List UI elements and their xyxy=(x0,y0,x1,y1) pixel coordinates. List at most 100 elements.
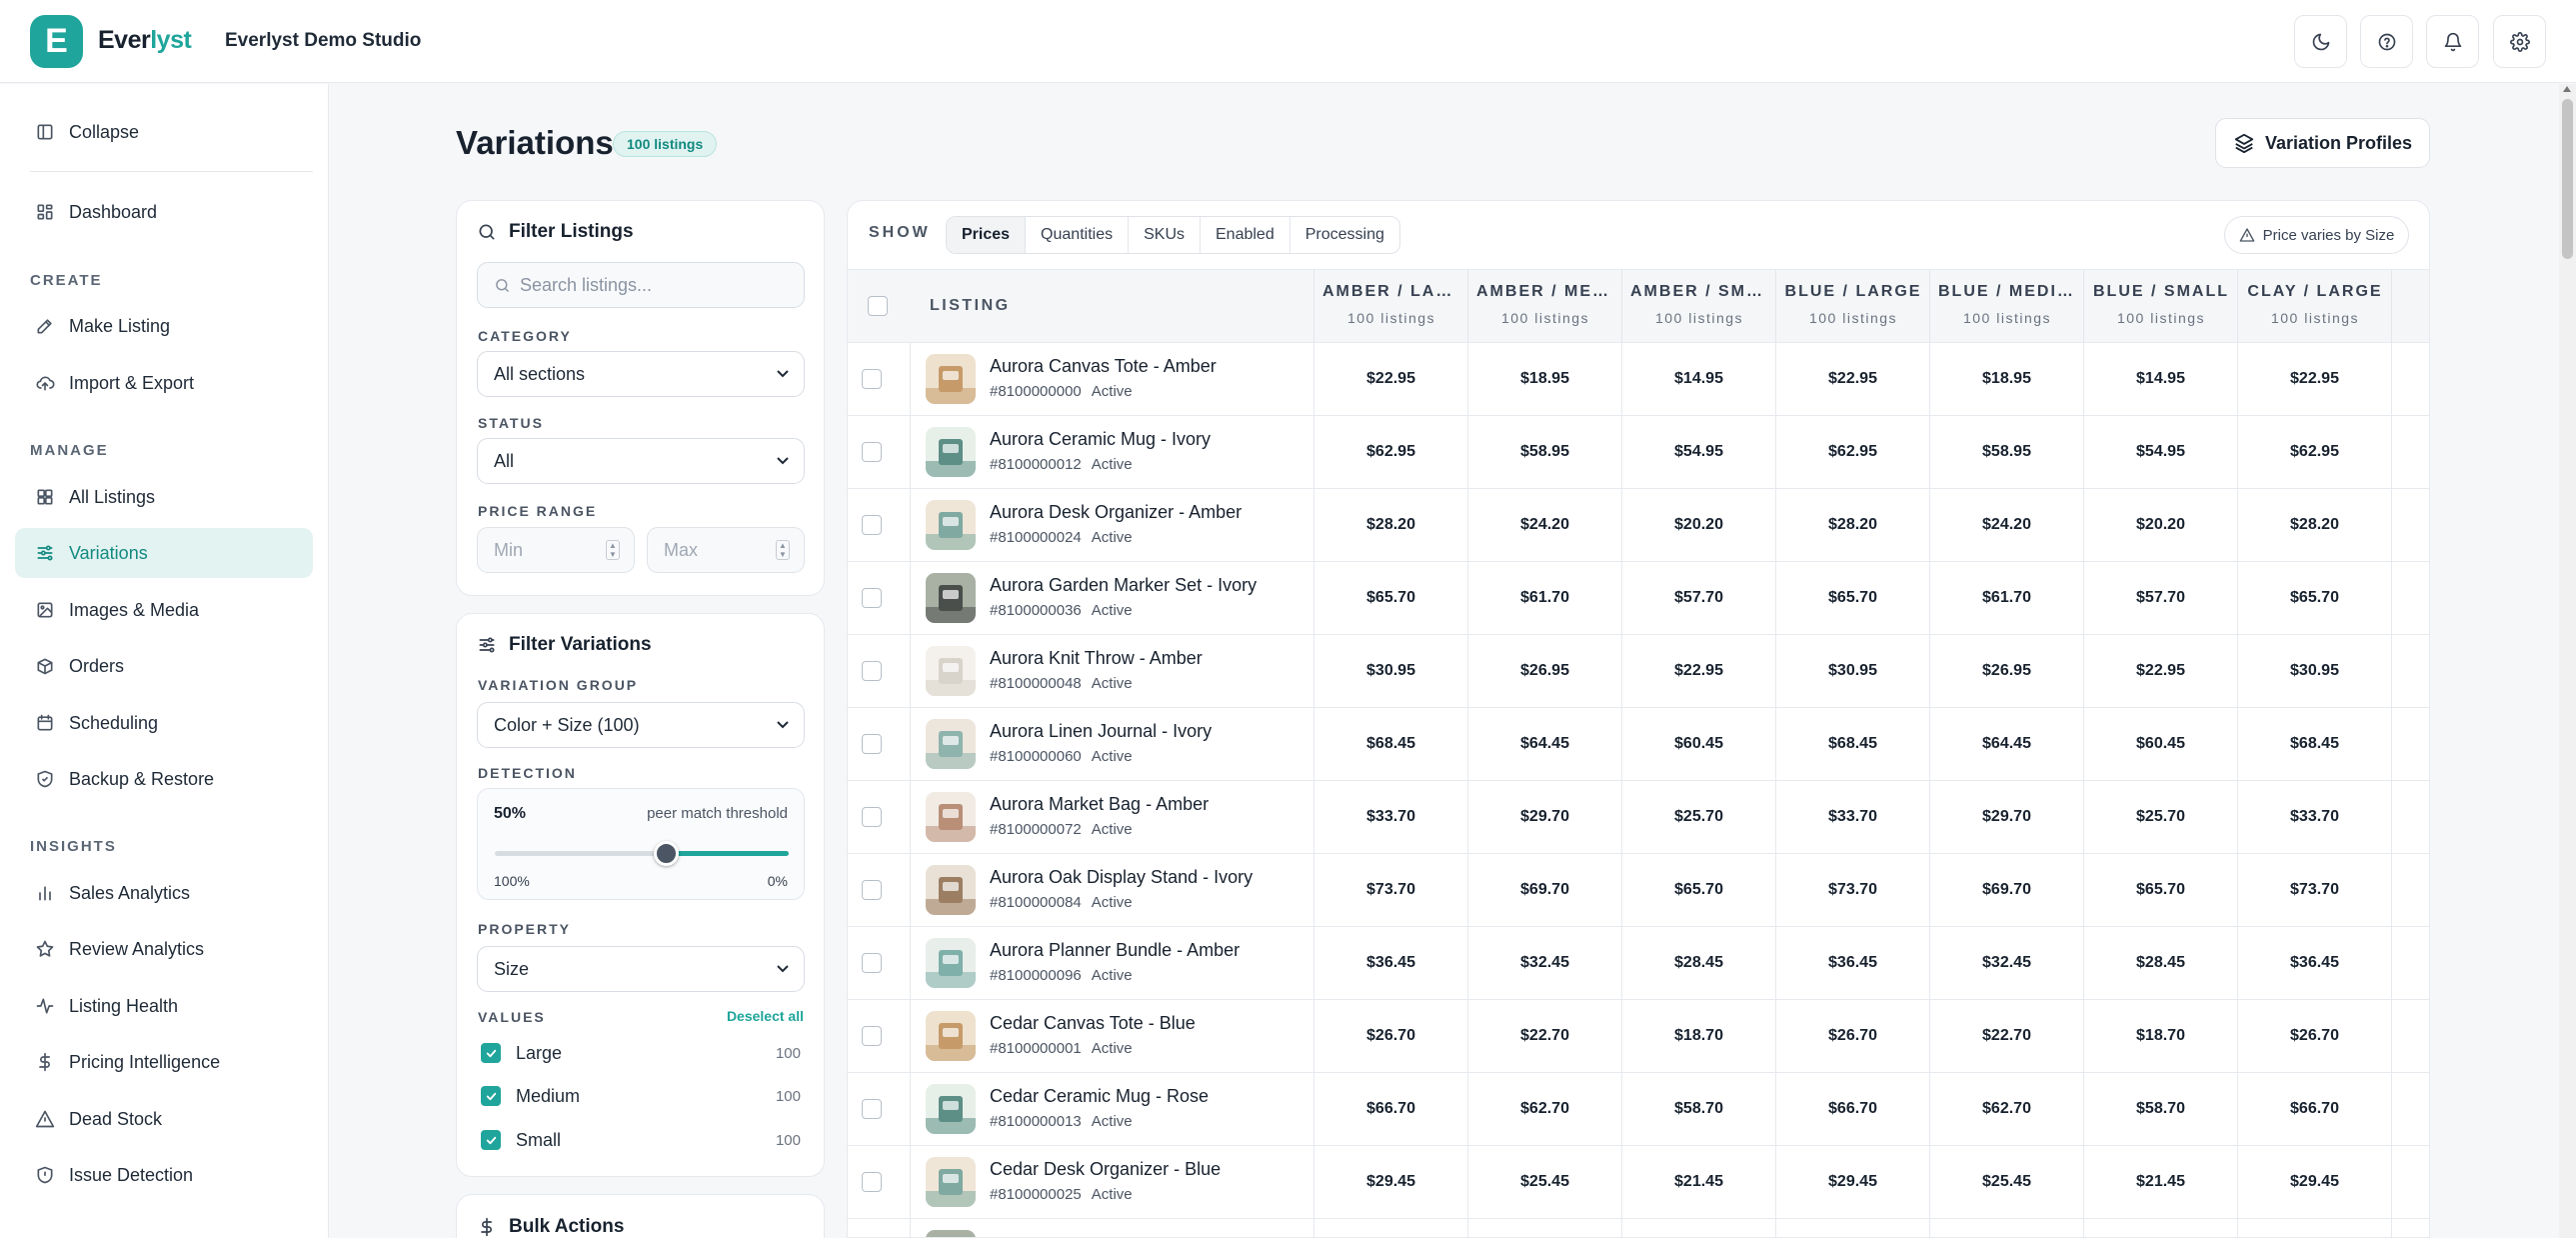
sidebar-item-images-media[interactable]: Images & Media xyxy=(15,585,313,635)
scrollbar-thumb[interactable] xyxy=(2562,99,2573,259)
max-stepper[interactable]: ▲ ▼ xyxy=(776,540,790,560)
table-row[interactable]: Aurora Canvas Tote - Amber #8100000000 Act… xyxy=(848,343,2429,416)
tab-enabled[interactable]: Enabled xyxy=(1201,217,1290,253)
variation-column-header[interactable]: AMBER / MEDIUM 100 listings xyxy=(1467,270,1621,342)
listing-name[interactable]: Aurora Ceramic Mug - Ivory xyxy=(990,429,1211,450)
price-cell[interactable]: $57.70 xyxy=(1621,562,1775,634)
listing-column-header[interactable]: LISTING xyxy=(930,297,1011,315)
row-checkbox[interactable] xyxy=(862,880,882,900)
notifications-button[interactable] xyxy=(2426,15,2479,68)
price-cell[interactable]: $36.45 xyxy=(2237,927,2391,999)
sidebar-item-pricing-intelligence[interactable]: Pricing Intelligence xyxy=(15,1037,313,1087)
select-all-checkbox[interactable] xyxy=(868,296,888,316)
table-row[interactable]: Aurora Market Bag - Amber #8100000072 Acti… xyxy=(848,781,2429,854)
price-cell[interactable]: $22.95 xyxy=(2083,635,2237,707)
price-cell[interactable]: $64.45 xyxy=(1929,708,2083,780)
row-checkbox[interactable] xyxy=(862,734,882,754)
page-scrollbar[interactable] xyxy=(2559,84,2576,1238)
price-cell[interactable]: $60.45 xyxy=(2083,708,2237,780)
table-row[interactable]: Aurora Linen Journal - Ivory #8100000060 A… xyxy=(848,708,2429,781)
price-cell[interactable]: $58.70 xyxy=(1621,1073,1775,1145)
table-row[interactable]: Aurora Knit Throw - Amber #8100000048 Acti… xyxy=(848,635,2429,708)
listing-thumbnail[interactable] xyxy=(926,719,976,769)
price-cell[interactable]: $66.70 xyxy=(1775,1073,1929,1145)
listing-thumbnail[interactable] xyxy=(926,646,976,696)
listing-thumbnail[interactable] xyxy=(926,938,976,988)
scroll-up-arrow[interactable] xyxy=(2563,86,2571,92)
listing-name[interactable]: Aurora Oak Display Stand - Ivory xyxy=(990,867,1253,888)
price-cell[interactable]: $33.70 xyxy=(1775,781,1929,853)
listing-thumbnail[interactable] xyxy=(926,427,976,477)
tab-quantities[interactable]: Quantities xyxy=(1026,217,1130,253)
row-checkbox[interactable] xyxy=(862,369,882,389)
listing-thumbnail[interactable] xyxy=(926,354,976,404)
max-price-input[interactable]: Max ▲ ▼ xyxy=(647,527,805,573)
table-row[interactable]: Aurora Oak Display Stand - Ivory #8100000… xyxy=(848,854,2429,927)
sidebar-item-sales-analytics[interactable]: Sales Analytics xyxy=(15,868,313,918)
price-cell[interactable]: $36.45 xyxy=(1775,927,1929,999)
listing-name[interactable]: Aurora Garden Marker Set - Ivory xyxy=(990,575,1257,596)
variation-column-header[interactable]: BLUE / MEDIUM 100 listings xyxy=(1929,270,2083,342)
price-cell[interactable]: $73.70 xyxy=(1313,854,1467,926)
price-cell[interactable]: $61.70 xyxy=(1467,562,1621,634)
tab-prices[interactable]: Prices xyxy=(947,217,1027,253)
price-cell[interactable] xyxy=(2391,489,2429,561)
value-checkbox-row[interactable]: Small 100 xyxy=(477,1125,805,1155)
price-cell[interactable]: $68.45 xyxy=(2237,708,2391,780)
price-cell[interactable] xyxy=(2391,416,2429,488)
variation-column-header[interactable]: BLUE / SMALL 100 listings xyxy=(2083,270,2237,342)
table-row[interactable] xyxy=(848,1219,2429,1237)
price-cell[interactable]: $30.95 xyxy=(1775,635,1929,707)
price-cell[interactable]: $29.45 xyxy=(1313,1146,1467,1218)
search-input[interactable] xyxy=(520,263,790,307)
listing-thumbnail[interactable] xyxy=(926,865,976,915)
listing-thumbnail[interactable] xyxy=(926,1230,976,1237)
price-cell[interactable]: $61.70 xyxy=(1929,562,2083,634)
price-cell[interactable]: $28.20 xyxy=(1775,489,1929,561)
price-cell[interactable]: $28.45 xyxy=(2083,927,2237,999)
table-row[interactable]: Aurora Ceramic Mug - Ivory #8100000012 Act… xyxy=(848,416,2429,489)
variation-column-header[interactable]: AMBER / SMALL 100 listings xyxy=(1621,270,1775,342)
price-cell[interactable]: $26.70 xyxy=(1775,1000,1929,1072)
price-cell[interactable]: $25.45 xyxy=(1929,1146,2083,1218)
price-cell[interactable]: $18.70 xyxy=(2083,1000,2237,1072)
sidebar-item-issue-detection[interactable]: Issue Detection xyxy=(15,1150,313,1200)
price-cell[interactable] xyxy=(1467,1219,1621,1237)
logo-text[interactable]: Everlyst xyxy=(98,26,192,55)
row-checkbox[interactable] xyxy=(862,515,882,535)
price-cell[interactable] xyxy=(2391,562,2429,634)
variation-column-header[interactable]: AMBER / LARGE 100 listings xyxy=(1313,270,1467,342)
price-cell[interactable]: $22.95 xyxy=(2237,343,2391,415)
price-cell[interactable] xyxy=(2391,854,2429,926)
price-cell[interactable]: $22.95 xyxy=(1313,343,1467,415)
sidebar-item-all-listings[interactable]: All Listings xyxy=(15,472,313,522)
price-cell[interactable]: $68.45 xyxy=(1313,708,1467,780)
price-cell[interactable]: $25.45 xyxy=(1467,1146,1621,1218)
row-checkbox[interactable] xyxy=(862,661,882,681)
price-cell[interactable] xyxy=(2391,708,2429,780)
price-cell[interactable]: $24.20 xyxy=(1929,489,2083,561)
row-checkbox[interactable] xyxy=(862,1026,882,1046)
price-cell[interactable]: $65.70 xyxy=(2083,854,2237,926)
sidebar-item-dashboard[interactable]: Dashboard xyxy=(15,187,313,237)
price-cell[interactable]: $22.70 xyxy=(1929,1000,2083,1072)
price-cell[interactable]: $20.20 xyxy=(2083,489,2237,561)
price-cell[interactable]: $26.70 xyxy=(2237,1000,2391,1072)
listing-name[interactable]: Aurora Planner Bundle - Amber xyxy=(990,940,1240,961)
theme-toggle-button[interactable] xyxy=(2294,15,2347,68)
sidebar-item-listing-health[interactable]: Listing Health xyxy=(15,981,313,1031)
price-cell[interactable]: $25.70 xyxy=(1621,781,1775,853)
row-checkbox[interactable] xyxy=(862,1172,882,1192)
listing-thumbnail[interactable] xyxy=(926,792,976,842)
price-cell[interactable]: $68.45 xyxy=(1775,708,1929,780)
price-cell[interactable] xyxy=(1313,1219,1467,1237)
price-cell[interactable]: $28.20 xyxy=(2237,489,2391,561)
price-cell[interactable]: $25.70 xyxy=(2083,781,2237,853)
price-cell[interactable]: $62.95 xyxy=(1313,416,1467,488)
price-cell[interactable]: $28.45 xyxy=(1621,927,1775,999)
price-cell[interactable]: $22.95 xyxy=(1775,343,1929,415)
listing-thumbnail[interactable] xyxy=(926,500,976,550)
price-cell[interactable]: $62.95 xyxy=(2237,416,2391,488)
listing-thumbnail[interactable] xyxy=(926,1157,976,1207)
price-cell[interactable]: $29.45 xyxy=(1775,1146,1929,1218)
